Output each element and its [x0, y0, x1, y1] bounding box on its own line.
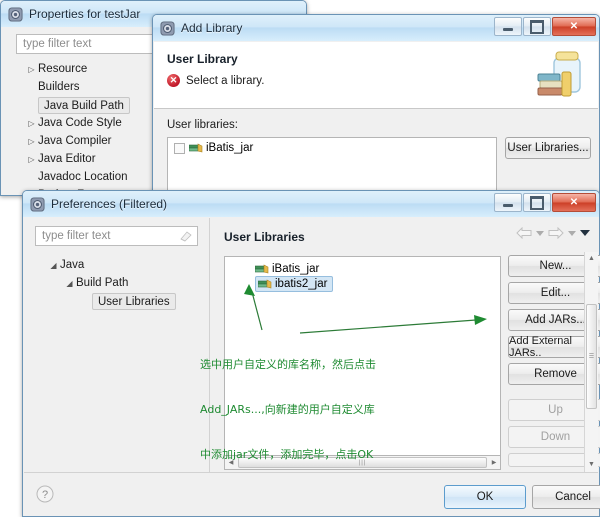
- scroll-thumb-vertical[interactable]: ☰: [586, 304, 597, 409]
- add-library-header-title: User Library: [167, 52, 238, 66]
- annotation-line-1: 选中用户自定义的库名称，然后点击: [200, 358, 376, 371]
- properties-filter-placeholder: type filter text: [23, 38, 92, 50]
- minimize-button[interactable]: [494, 193, 522, 212]
- add-library-header: User Library ✕ Select a library.: [154, 42, 598, 109]
- eclipse-wizard-icon: [160, 20, 175, 36]
- preferences-nav-bar[interactable]: [516, 227, 590, 239]
- add-library-window-controls[interactable]: ✕: [494, 17, 596, 36]
- add-library-window-title: Add Library: [181, 21, 243, 35]
- pref-tree-item-java[interactable]: ◢ Java: [35, 256, 198, 274]
- minimize-button[interactable]: [494, 17, 522, 36]
- twisty-collapsed-icon[interactable]: ▷: [25, 65, 38, 74]
- back-arrow-icon[interactable]: [516, 227, 532, 239]
- preferences-window-title: Preferences (Filtered): [51, 197, 168, 211]
- list-item[interactable]: iBatis_jar: [225, 257, 500, 275]
- pref-tree-item-label: User Libraries: [92, 292, 176, 310]
- pref-tree-item-build-path[interactable]: ◢ Build Path: [35, 274, 198, 292]
- view-menu-icon[interactable]: [580, 229, 590, 237]
- add-jars-button-label: Add JARs...: [525, 314, 586, 326]
- page-title: User Libraries: [224, 230, 305, 244]
- list-item-label: iBatis_jar: [272, 262, 320, 275]
- twisty-collapsed-icon[interactable]: ▷: [25, 137, 38, 146]
- eclipse-preferences-icon: [30, 196, 45, 212]
- clear-filter-icon[interactable]: [180, 230, 192, 242]
- screenshot-root: Properties for testJar type filter text …: [0, 0, 600, 517]
- twisty-expanded-icon[interactable]: ◢: [47, 261, 60, 270]
- list-item-label: ibatis2_jar: [275, 277, 328, 290]
- pref-tree-item-user-libraries[interactable]: User Libraries: [35, 292, 198, 310]
- add-library-header-message-row: ✕ Select a library.: [167, 74, 264, 87]
- pref-tree-item-label: Build Path: [76, 277, 129, 289]
- annotation-line-3: 中添加jar文件，添加完毕，点击OK: [200, 448, 374, 461]
- up-button-label: Up: [548, 404, 563, 416]
- twisty-collapsed-icon[interactable]: ▷: [25, 119, 38, 128]
- tree-item-label: Java Build Path: [38, 96, 130, 114]
- tree-item-label: Builders: [38, 81, 80, 93]
- annotation-text: 选中用户自定义的库名称，然后点击 Add_JARs...,向新建的用户自定义库 …: [200, 327, 376, 492]
- edit-button-label: Edit...: [540, 287, 571, 299]
- tree-item-label: Javadoc Location: [38, 171, 128, 183]
- page-vertical-scrollbar[interactable]: ▲ ☰ ▼: [584, 252, 598, 472]
- close-button[interactable]: ✕: [552, 193, 596, 212]
- preferences-window-controls[interactable]: ✕: [494, 193, 596, 212]
- preferences-titlebar[interactable]: Preferences (Filtered) ✕: [23, 191, 599, 217]
- tree-item-label: Java Code Style: [38, 117, 122, 129]
- add-library-window[interactable]: Add Library ✕ User Library ✕ Select a li…: [152, 14, 600, 210]
- jar-library-icon: [255, 264, 269, 273]
- user-libraries-button[interactable]: User Libraries...: [505, 137, 591, 159]
- pref-tree-item-label: Java: [60, 259, 85, 271]
- back-dropdown-icon[interactable]: [536, 230, 544, 237]
- annotation-line-2: Add_JARs...,向新建的用户自定义库: [200, 403, 375, 416]
- preferences-filter-input[interactable]: type filter text: [35, 226, 198, 246]
- list-item[interactable]: iBatis_jar: [168, 138, 496, 156]
- tree-item-label: Java Compiler: [38, 135, 112, 147]
- tree-item-label: Java Editor: [38, 153, 96, 165]
- close-button[interactable]: ✕: [552, 17, 596, 36]
- properties-window-title: Properties for testJar: [29, 7, 141, 21]
- twisty-collapsed-icon[interactable]: ▷: [25, 155, 38, 164]
- twisty-expanded-icon[interactable]: ◢: [63, 279, 76, 288]
- new-button-label: New...: [539, 260, 572, 272]
- maximize-button[interactable]: [523, 17, 551, 36]
- preferences-filter-placeholder: type filter text: [42, 230, 111, 242]
- jar-library-icon: [189, 143, 203, 153]
- help-question-icon[interactable]: ?: [36, 485, 54, 503]
- down-button-label: Down: [540, 431, 571, 443]
- eclipse-properties-icon: [8, 6, 23, 22]
- add-library-header-message: Select a library.: [186, 74, 265, 87]
- cancel-button[interactable]: Cancel: [532, 485, 600, 509]
- maximize-button[interactable]: [523, 193, 551, 212]
- list-item-selected[interactable]: ibatis2_jar: [225, 274, 500, 292]
- jar-library-icon: [258, 279, 272, 288]
- scroll-down-arrow-icon[interactable]: ▼: [588, 458, 595, 472]
- forward-arrow-icon[interactable]: [548, 227, 564, 239]
- user-libraries-label: User libraries:: [167, 119, 238, 131]
- scroll-right-arrow-icon[interactable]: ▶: [488, 459, 500, 466]
- ok-button-label: OK: [476, 491, 494, 503]
- cancel-button-label: Cancel: [555, 491, 591, 503]
- checkbox[interactable]: [174, 142, 185, 154]
- ok-button[interactable]: OK: [444, 485, 526, 509]
- jar-library-banner-icon: [537, 51, 581, 97]
- user-libraries-button-label: User Libraries...: [507, 142, 589, 154]
- list-item-label: iBatis_jar: [206, 142, 254, 154]
- error-icon: ✕: [167, 74, 180, 87]
- tree-item-label: Resource: [38, 63, 88, 75]
- preferences-tree[interactable]: ◢ Java ◢ Build Path User Libraries: [35, 256, 198, 310]
- svg-text:?: ?: [42, 489, 48, 501]
- forward-dropdown-icon[interactable]: [568, 230, 576, 237]
- remove-button-label: Remove: [534, 368, 577, 380]
- add-library-titlebar[interactable]: Add Library ✕: [153, 15, 599, 41]
- scroll-up-arrow-icon[interactable]: ▲: [588, 252, 595, 266]
